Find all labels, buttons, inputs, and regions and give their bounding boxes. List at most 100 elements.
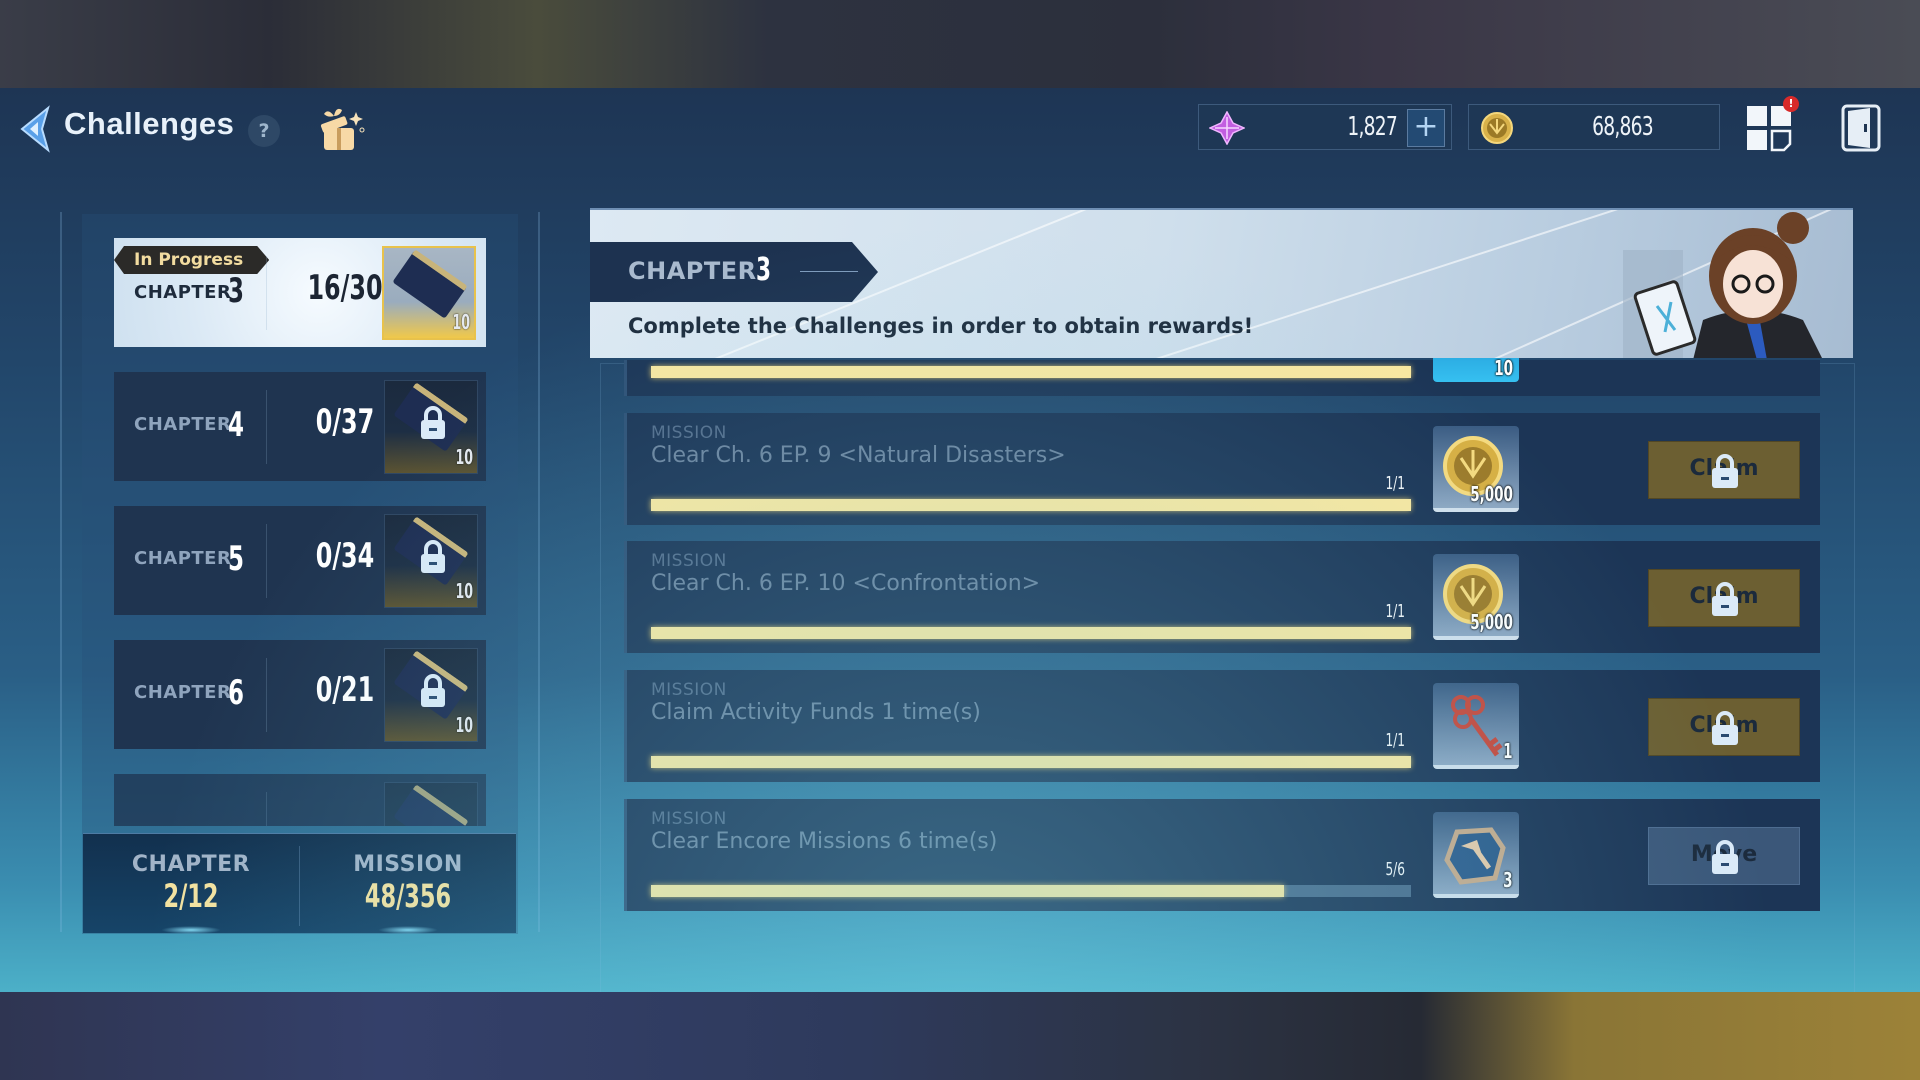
summary-chapter-label: CHAPTER bbox=[131, 852, 251, 877]
banner-subtitle: Complete the Challenges in order to obta… bbox=[628, 314, 1254, 338]
mission-row: MISSION Claim Activity Funds 1 time(s) 1/1… bbox=[624, 670, 1820, 782]
claim-button[interactable]: Claim bbox=[1648, 698, 1800, 756]
chapter-tab: CHAPTER 3 bbox=[590, 242, 878, 302]
mission-reward[interactable]: 5,000 bbox=[1433, 426, 1519, 512]
mission-label: MISSION bbox=[651, 809, 727, 829]
reward-quantity: 5,000 bbox=[1470, 610, 1513, 634]
chapter-reward[interactable]: 10 bbox=[384, 648, 478, 742]
chapter-banner: CHAPTER 3 Complete the Challenges in ord… bbox=[590, 208, 1853, 358]
challenge-summary: CHAPTER 2/12 MISSION 48/356 bbox=[83, 833, 516, 934]
reward-quantity: 10 bbox=[452, 310, 470, 334]
summary-mission-label: MISSION bbox=[353, 852, 463, 877]
progress-fill bbox=[651, 756, 1411, 768]
mission-row: MISSION Clear Ch. 6 EP. 9 <Natural Disast… bbox=[624, 413, 1820, 525]
chapter-reward[interactable] bbox=[384, 782, 478, 826]
lock-icon bbox=[1712, 711, 1738, 745]
progress-bar bbox=[651, 885, 1411, 897]
chapter-number: 3 bbox=[228, 271, 244, 311]
reward-quantity: 10 bbox=[455, 579, 473, 603]
divider bbox=[266, 390, 267, 464]
chapter-label: CHAPTER bbox=[134, 282, 232, 303]
exit-button[interactable] bbox=[1840, 102, 1882, 154]
gift-icon bbox=[320, 108, 365, 150]
reward-quantity: 5,000 bbox=[1470, 482, 1513, 506]
chapter-reward[interactable]: 10 bbox=[384, 514, 478, 608]
mission-count: 5/6 bbox=[1385, 859, 1405, 880]
exit-door-icon bbox=[1841, 104, 1881, 152]
chapter-number: 4 bbox=[228, 405, 244, 445]
game-screen: Challenges ? 1,827 + 68,863 ! In Progres… bbox=[0, 88, 1920, 992]
move-button[interactable]: Move bbox=[1648, 827, 1800, 885]
chapter-card-4[interactable]: CHAPTER 4 0/37 10 bbox=[114, 372, 486, 481]
chapter-progress: 16/30 bbox=[307, 268, 383, 308]
gift-button[interactable] bbox=[318, 106, 366, 154]
gem-count: 1,827 bbox=[1347, 112, 1397, 142]
mission-count: 1/1 bbox=[1385, 730, 1405, 751]
mission-reward[interactable]: 1 bbox=[1433, 683, 1519, 769]
reward-quantity: 1 bbox=[1503, 739, 1513, 763]
summary-mission-value: 48/356 bbox=[364, 877, 452, 915]
chapter-reward[interactable]: 10 bbox=[382, 246, 476, 340]
claim-button[interactable]: Claim bbox=[1648, 441, 1800, 499]
banner-chapter-label: CHAPTER bbox=[628, 257, 757, 285]
progress-fill bbox=[651, 366, 1411, 378]
chapter-summary: CHAPTER 2/12 bbox=[83, 834, 299, 934]
arrow-decoration bbox=[800, 271, 858, 272]
lock-icon bbox=[1712, 840, 1738, 874]
reward-quantity: 10 bbox=[455, 713, 473, 737]
gem-icon bbox=[1209, 111, 1245, 145]
chapter-card-6[interactable]: CHAPTER 6 0/21 10 bbox=[114, 640, 486, 749]
banner-chapter-number: 3 bbox=[756, 250, 772, 288]
mission-title: Clear Ch. 6 EP. 9 <Natural Disasters> bbox=[651, 443, 1066, 468]
chapter-card-5[interactable]: CHAPTER 5 0/34 10 bbox=[114, 506, 486, 615]
chapter-label: CHAPTER bbox=[134, 682, 232, 703]
add-gems-button[interactable]: + bbox=[1407, 109, 1445, 147]
progress-fill bbox=[651, 627, 1411, 639]
gold-coin-icon bbox=[1481, 112, 1513, 144]
reward-quantity: 10 bbox=[1494, 356, 1513, 380]
chapter-number: 6 bbox=[228, 673, 244, 713]
chapter-label: CHAPTER bbox=[134, 548, 232, 569]
lock-icon bbox=[421, 406, 445, 439]
mission-title: Clear Encore Missions 6 time(s) bbox=[651, 829, 998, 854]
help-button[interactable]: ? bbox=[248, 115, 280, 147]
guide-character-portrait bbox=[1623, 212, 1822, 358]
chapter-label: CHAPTER bbox=[134, 414, 232, 435]
mission-label: MISSION bbox=[651, 423, 727, 443]
mission-title: Claim Activity Funds 1 time(s) bbox=[651, 700, 981, 725]
back-chevron-icon bbox=[20, 105, 50, 153]
divider bbox=[266, 524, 267, 598]
progress-bar bbox=[651, 366, 1411, 378]
divider bbox=[266, 792, 267, 826]
divider bbox=[266, 256, 267, 330]
mission-row: 10 bbox=[624, 320, 1820, 396]
mission-count: 1/1 bbox=[1385, 601, 1405, 622]
progress-bar bbox=[651, 627, 1411, 639]
lock-icon bbox=[421, 540, 445, 573]
reward-quantity: 10 bbox=[455, 445, 473, 469]
chapter-progress: 0/37 bbox=[315, 402, 375, 442]
page-title: Challenges bbox=[64, 106, 235, 141]
progress-bar bbox=[651, 756, 1411, 768]
mission-reward[interactable]: 5,000 bbox=[1433, 554, 1519, 640]
glow-decoration bbox=[378, 926, 438, 934]
chapter-progress: 0/34 bbox=[315, 536, 375, 576]
chapter-card-3[interactable]: In Progress CHAPTER 3 16/30 10 bbox=[114, 238, 486, 347]
mission-reward[interactable]: 3 bbox=[1433, 812, 1519, 898]
gold-count: 68,863 bbox=[1592, 112, 1653, 142]
lock-icon bbox=[421, 674, 445, 707]
glow-decoration bbox=[161, 926, 221, 934]
menu-button[interactable]: ! bbox=[1745, 96, 1799, 154]
chapter-reward[interactable]: 10 bbox=[384, 380, 478, 474]
mission-summary: MISSION 48/356 bbox=[300, 834, 516, 934]
mission-count: 1/1 bbox=[1385, 473, 1405, 494]
lock-icon bbox=[1712, 582, 1738, 616]
letterbox-top bbox=[0, 0, 1920, 88]
notification-badge: ! bbox=[1783, 96, 1799, 112]
chapter-card-7[interactable] bbox=[114, 774, 486, 826]
back-button[interactable] bbox=[14, 104, 54, 154]
progress-bar bbox=[651, 499, 1411, 511]
mission-title: Clear Ch. 6 EP. 10 <Confrontation> bbox=[651, 571, 1041, 596]
in-progress-tag: In Progress bbox=[114, 246, 269, 274]
claim-button[interactable]: Claim bbox=[1648, 569, 1800, 627]
